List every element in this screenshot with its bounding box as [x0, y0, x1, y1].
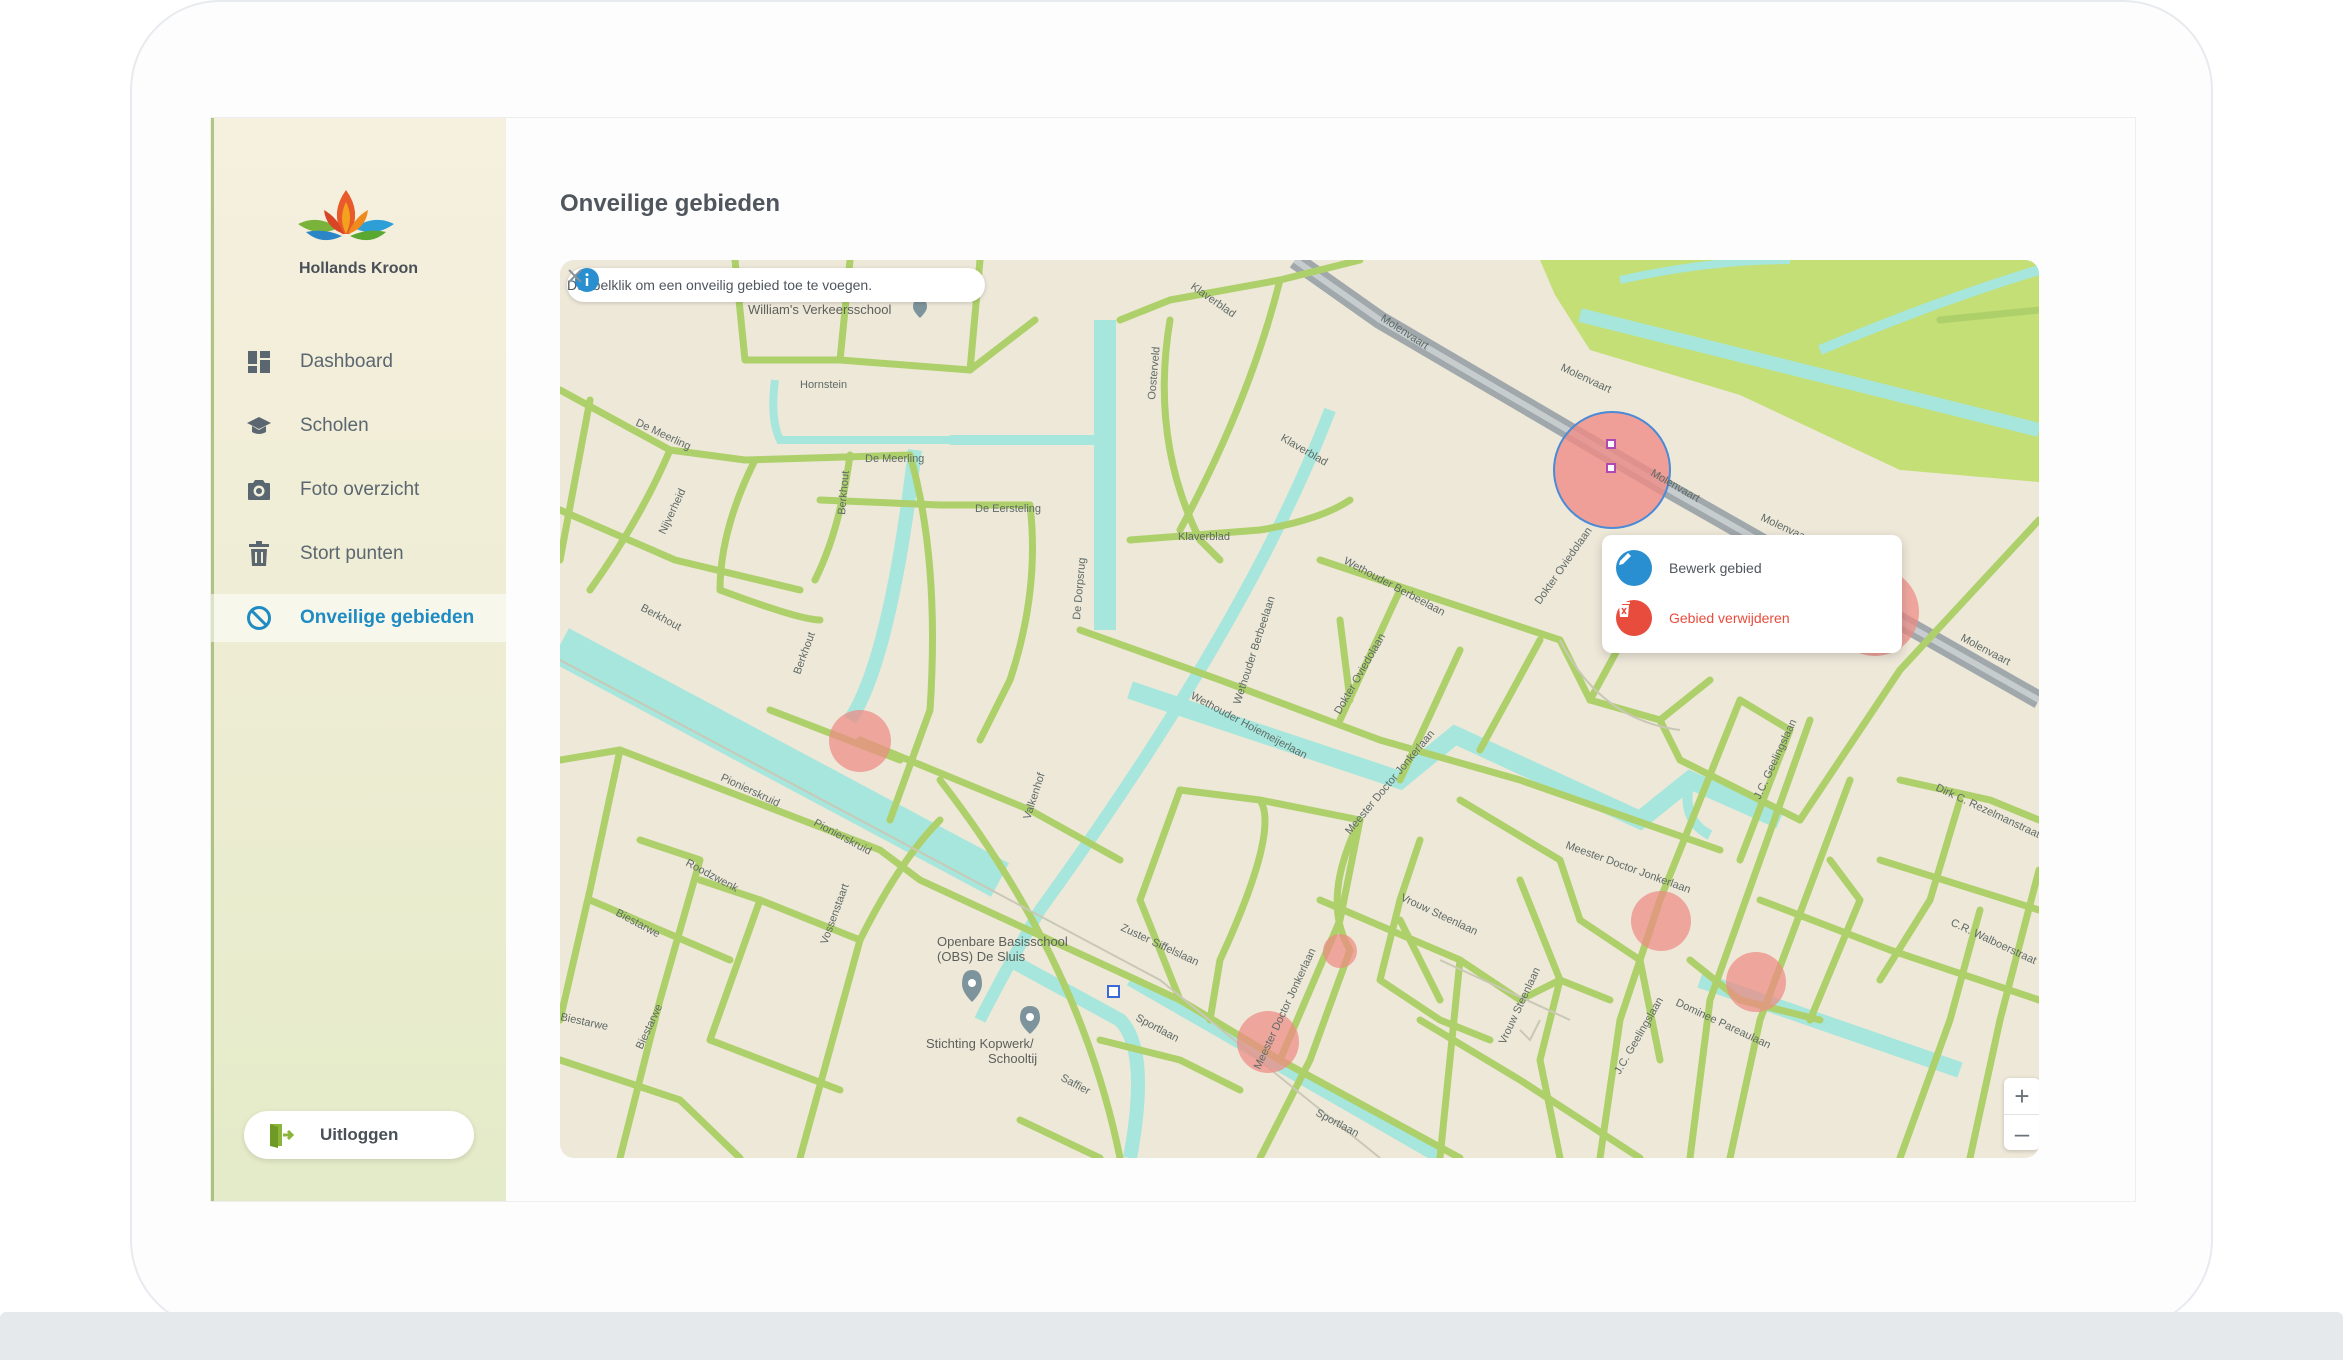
- info-banner: Dubbelklik om een onveilig gebied toe te…: [567, 268, 985, 302]
- street-label: Wethouder Hoiemeijerlaan: [1189, 690, 1309, 762]
- trash-icon: [1616, 600, 1652, 636]
- info-text: Dubbelklik om een onveilig gebied toe te…: [567, 277, 873, 293]
- delete-zone-label: Gebied verwijderen: [1669, 610, 1790, 626]
- sidebar-item-label: Scholen: [300, 415, 369, 436]
- zoom-in-button[interactable]: +: [2004, 1078, 2039, 1114]
- edit-zone-button[interactable]: Bewerk gebied: [1616, 550, 1762, 586]
- street-label: Berkhout: [836, 470, 852, 515]
- edit-zone-label: Bewerk gebied: [1669, 560, 1762, 576]
- logout-button[interactable]: Uitloggen: [244, 1111, 474, 1159]
- sidebar: Hollands Kroon Dashboard Scholen Foto ov…: [211, 118, 506, 1201]
- close-icon[interactable]: [567, 268, 583, 284]
- logout-icon: [270, 1124, 294, 1148]
- hollands-kroon-logo: [298, 190, 394, 241]
- unsafe-zone[interactable]: [1631, 891, 1691, 951]
- camera-icon: [246, 477, 272, 503]
- map-view[interactable]: Molenvaart Molenvaart Molenvaart Molenva…: [560, 260, 2039, 1158]
- dashboard-icon: [246, 349, 272, 375]
- street-label: Biestarwe: [614, 907, 662, 940]
- street-label: Sportlaan: [1134, 1012, 1181, 1045]
- street-label: De Dorpsrug: [1071, 557, 1088, 620]
- sidebar-item-foto-overzicht[interactable]: Foto overzicht: [211, 466, 506, 514]
- unsafe-zone[interactable]: [829, 710, 891, 772]
- school-pin-icon: [1020, 1006, 1040, 1034]
- sidebar-item-dashboard[interactable]: Dashboard: [211, 338, 506, 386]
- forbidden-icon: [246, 605, 272, 631]
- street-label: De Eersteling: [975, 503, 1041, 515]
- poi-label: Stichting Kopwerk/: [926, 1036, 1034, 1051]
- street-label: Hornstein: [800, 379, 847, 391]
- poi-label: Schooltij: [988, 1051, 1037, 1066]
- poi-label: (OBS) De Sluis: [937, 949, 1026, 964]
- unsafe-zone[interactable]: [1323, 934, 1357, 968]
- street-label: Valkenhof: [1021, 771, 1048, 821]
- street-label: Zuster Siffelslaan: [1119, 922, 1201, 969]
- brand-name: Hollands Kroon: [298, 260, 419, 277]
- pencil-icon: [1616, 550, 1652, 586]
- poi-label: William's Verkeersschool: [748, 302, 891, 317]
- sidebar-item-onveilige-gebieden[interactable]: Onveilige gebieden: [211, 594, 506, 642]
- sidebar-nav: Dashboard Scholen Foto overzicht Stort p…: [211, 338, 506, 658]
- delete-zone-button[interactable]: Gebied verwijderen: [1616, 600, 1790, 636]
- street-label: Oosterveld: [1146, 346, 1163, 400]
- sidebar-edge: [211, 118, 214, 1201]
- laptop-base: [0, 1312, 2343, 1360]
- sidebar-item-stort-punten[interactable]: Stort punten: [211, 530, 506, 578]
- street-label: Berkhout: [639, 602, 684, 633]
- school-pin-icon: [962, 970, 982, 1002]
- street-label: Biestarwe: [560, 1011, 609, 1033]
- street-label: Berkhout: [792, 631, 818, 676]
- zoom-controls: + –: [2004, 1078, 2039, 1150]
- street-label: De Meerling: [865, 453, 924, 465]
- sidebar-item-label: Onveilige gebieden: [300, 607, 475, 628]
- page-title: Onveilige gebieden: [560, 190, 781, 217]
- street-label: Nijverheid: [657, 487, 689, 536]
- sidebar-item-label: Stort punten: [300, 543, 404, 564]
- sidebar-item-scholen[interactable]: Scholen: [211, 402, 506, 450]
- bus-stop-icon: [1107, 985, 1120, 998]
- zone-context-menu: Bewerk gebied Gebied verwijderen: [1602, 535, 1902, 653]
- zoom-out-button[interactable]: –: [2004, 1115, 2039, 1151]
- street-label: Saffier: [1059, 1072, 1093, 1098]
- poi-label: Openbare Basisschool: [937, 934, 1068, 949]
- sidebar-item-label: Foto overzicht: [300, 479, 420, 500]
- street-label: Klaverblad: [1178, 531, 1230, 543]
- street-label: Vrouw Steenlaan: [1399, 892, 1480, 938]
- logout-label: Uitloggen: [320, 1125, 399, 1144]
- unsafe-zone[interactable]: [1726, 952, 1786, 1012]
- street-label: Dokter Oviedolaan: [1533, 525, 1595, 607]
- street-label: Molenvaart: [1559, 362, 1613, 396]
- sidebar-item-label: Dashboard: [300, 351, 393, 372]
- app-window: Hollands Kroon Dashboard Scholen Foto ov…: [210, 117, 2136, 1202]
- street-label: Vrouw Steenlaan: [1497, 966, 1543, 1047]
- graduation-cap-icon: [246, 413, 272, 439]
- map-canvas: Molenvaart Molenvaart Molenvaart Molenva…: [560, 260, 2039, 1158]
- trash-icon: [246, 541, 272, 567]
